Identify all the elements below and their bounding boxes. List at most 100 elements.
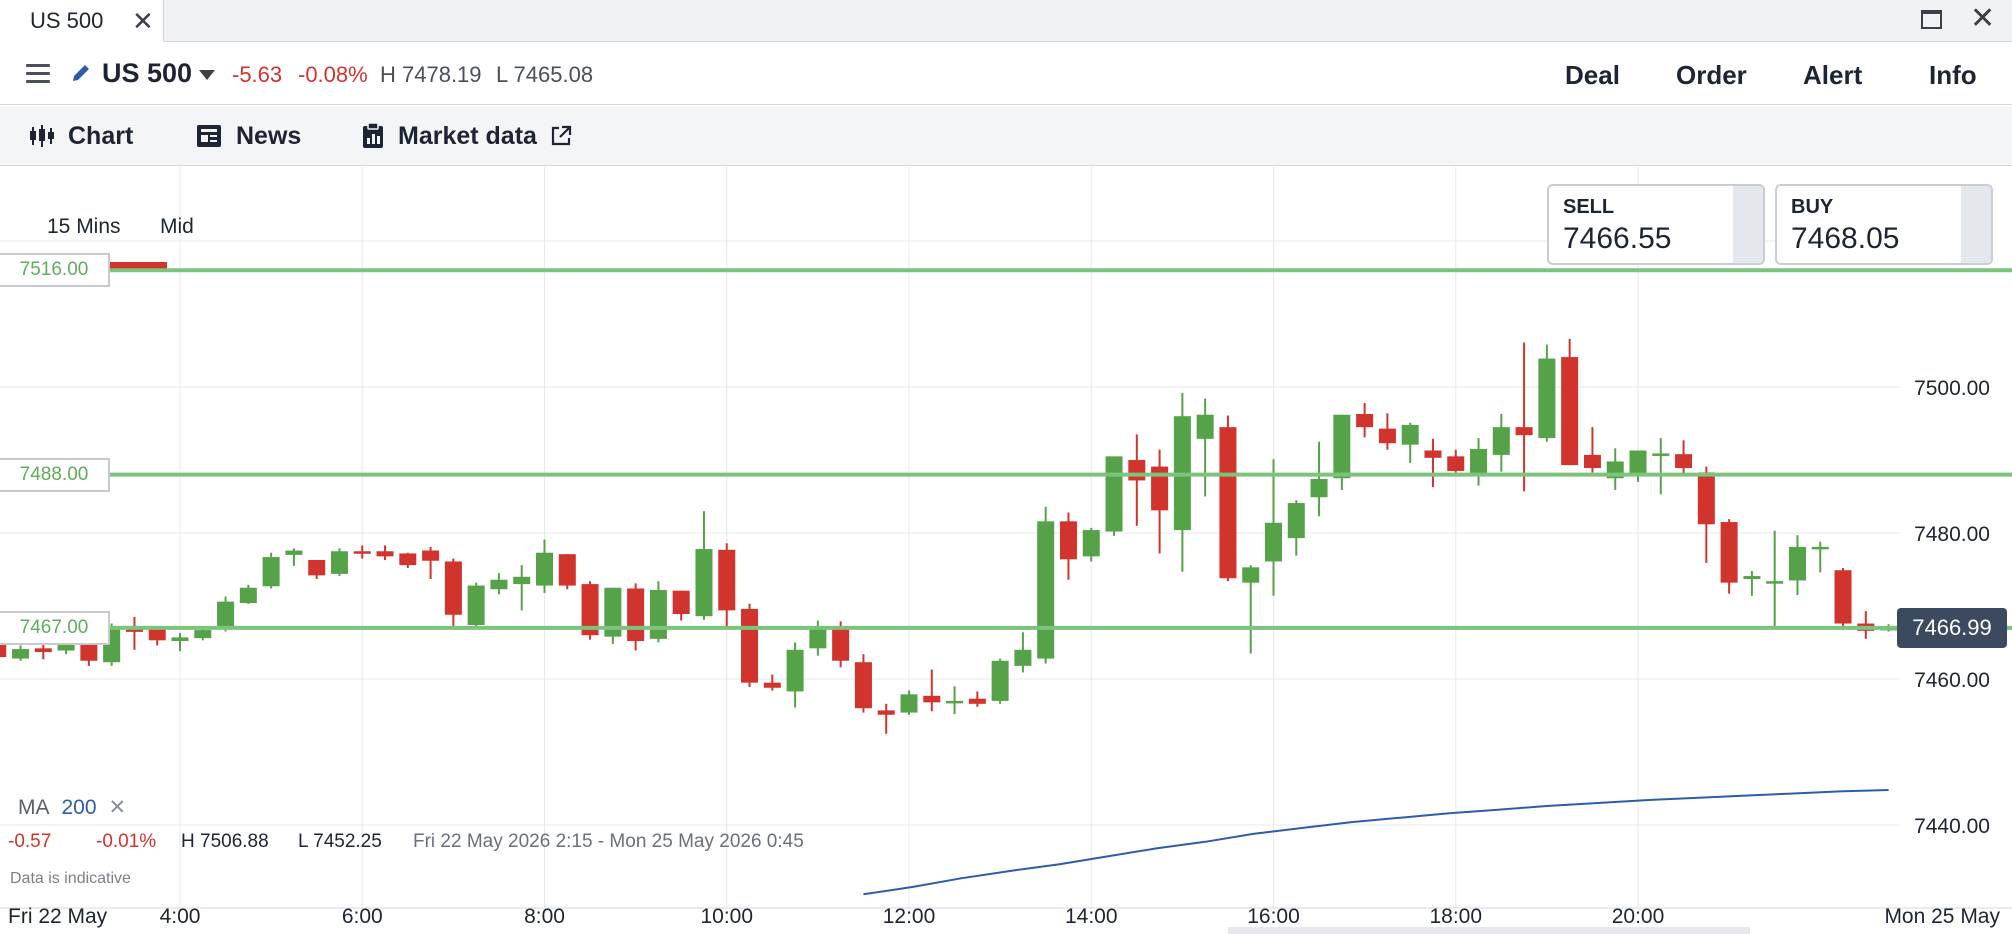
candle-body — [1356, 414, 1374, 428]
candle — [604, 587, 622, 644]
level-label[interactable]: 7488.00 — [0, 457, 110, 492]
candle-body — [330, 551, 348, 574]
candle — [923, 669, 941, 712]
candle-body — [353, 551, 371, 554]
close-window-icon[interactable]: ✕ — [1970, 4, 1995, 34]
candle-body — [809, 627, 827, 649]
candle — [877, 703, 895, 734]
stats-date-range: Fri 22 May 2026 2:15 - Mon 25 May 2026 0… — [413, 831, 804, 852]
candle — [467, 582, 485, 628]
x-tick-label: 6:00 — [342, 905, 383, 928]
candle-body — [923, 695, 941, 703]
level-label[interactable]: 7467.00 — [0, 610, 110, 645]
candle — [171, 633, 189, 652]
candle — [946, 686, 964, 715]
ma-200-line — [863, 789, 1889, 896]
candle-body — [786, 649, 804, 692]
x-tick-label: 4:00 — [160, 905, 201, 928]
candle — [353, 545, 371, 559]
sell-button[interactable]: SELL 7466.55 — [1547, 184, 1765, 265]
candle-body — [854, 662, 872, 709]
tab-market-data[interactable]: Market data — [362, 106, 573, 166]
candle — [809, 620, 827, 656]
deal-button[interactable]: Deal — [1565, 60, 1620, 91]
candle-body — [1128, 460, 1146, 481]
candle-body — [376, 551, 394, 557]
candle-body — [718, 549, 736, 611]
candle-body — [422, 550, 440, 561]
candle-body — [741, 608, 759, 683]
candle-body — [900, 694, 918, 713]
candle-body — [1378, 428, 1396, 444]
scrollbar-thumb — [1228, 927, 1750, 934]
candle-body — [1515, 427, 1533, 436]
price-chart[interactable]: 7500.00 7480.00 7460.00 7440.00 4:00 6:00 8:00… — [0, 167, 2012, 934]
chart-panel[interactable]: 7500.00 7480.00 7460.00 7440.00 4:00 6:00 8:00… — [0, 167, 2012, 934]
candle-body — [1219, 427, 1237, 579]
candle — [444, 558, 462, 628]
candle — [1310, 441, 1328, 517]
chevron-down-icon[interactable] — [199, 70, 215, 80]
sell-label: SELL — [1563, 196, 1615, 218]
info-button[interactable]: Info — [1929, 60, 1977, 91]
candle-body — [239, 587, 257, 604]
candle-body — [399, 553, 417, 566]
candle-body — [1561, 357, 1579, 466]
header-change-pct: -0.08% — [298, 62, 368, 87]
pencil-icon[interactable] — [70, 62, 92, 84]
candle-body — [1310, 478, 1328, 498]
price-type-selector[interactable]: Mid — [160, 215, 194, 239]
buy-button[interactable]: BUY 7468.05 — [1775, 184, 1993, 265]
candle-body — [1834, 570, 1852, 624]
candle-body — [1424, 450, 1442, 458]
candle — [1652, 438, 1670, 495]
order-button[interactable]: Order — [1676, 60, 1747, 91]
x-tick-label: 16:00 — [1247, 905, 1300, 928]
candle-body — [649, 589, 667, 639]
close-tab-icon[interactable]: ✕ — [132, 8, 154, 34]
candle — [1014, 632, 1032, 673]
tab-news[interactable]: News — [196, 106, 301, 166]
indicator-period[interactable]: 200 — [62, 796, 97, 819]
candlestick-icon — [30, 125, 54, 147]
candle-body — [1401, 424, 1419, 445]
alert-button[interactable]: Alert — [1803, 60, 1862, 91]
x-tick-label: 18:00 — [1429, 905, 1482, 928]
hamburger-menu-icon[interactable] — [26, 64, 50, 84]
x-tick-label: 14:00 — [1065, 905, 1118, 928]
candle — [1447, 449, 1465, 473]
candle-body — [1629, 450, 1647, 476]
window-tab[interactable]: US 500 ✕ — [0, 0, 164, 42]
x-tick-label: 12:00 — [883, 905, 936, 928]
timeframe-selector[interactable]: 15 Mins — [47, 215, 121, 239]
level-label[interactable]: 7516.00 — [0, 253, 110, 288]
candle — [1697, 466, 1715, 563]
candle — [285, 548, 303, 566]
candle — [1287, 500, 1305, 556]
candle — [1128, 434, 1146, 526]
candle-body — [34, 648, 52, 652]
candle — [741, 603, 759, 688]
clipboard-icon — [363, 123, 383, 148]
candle-body — [467, 585, 485, 625]
stats-change-pct: -0.01% — [96, 831, 157, 852]
maximize-icon[interactable] — [1921, 10, 1942, 29]
x-tick-label: 8:00 — [524, 905, 565, 928]
candle-body — [1037, 521, 1055, 659]
sell-price: 7466.55 — [1563, 222, 1672, 255]
candle — [558, 554, 576, 590]
candle — [490, 573, 508, 595]
instrument-name[interactable]: US 500 — [102, 58, 192, 89]
instrument-header: US 500 -5.63 -0.08% H 7478.19 L 7465.08 … — [0, 42, 2012, 105]
candle — [513, 565, 531, 611]
x-tick-label: 10:00 — [700, 905, 753, 928]
candle — [12, 645, 30, 661]
candle-body — [1082, 530, 1100, 557]
tab-chart[interactable]: Chart — [30, 106, 133, 166]
tab-news-label: News — [236, 121, 302, 150]
window-tab-title: US 500 — [30, 8, 104, 33]
remove-indicator-icon[interactable]: ✕ — [109, 796, 127, 819]
candle — [672, 590, 690, 621]
candle — [1265, 459, 1282, 596]
candle — [1834, 568, 1852, 631]
